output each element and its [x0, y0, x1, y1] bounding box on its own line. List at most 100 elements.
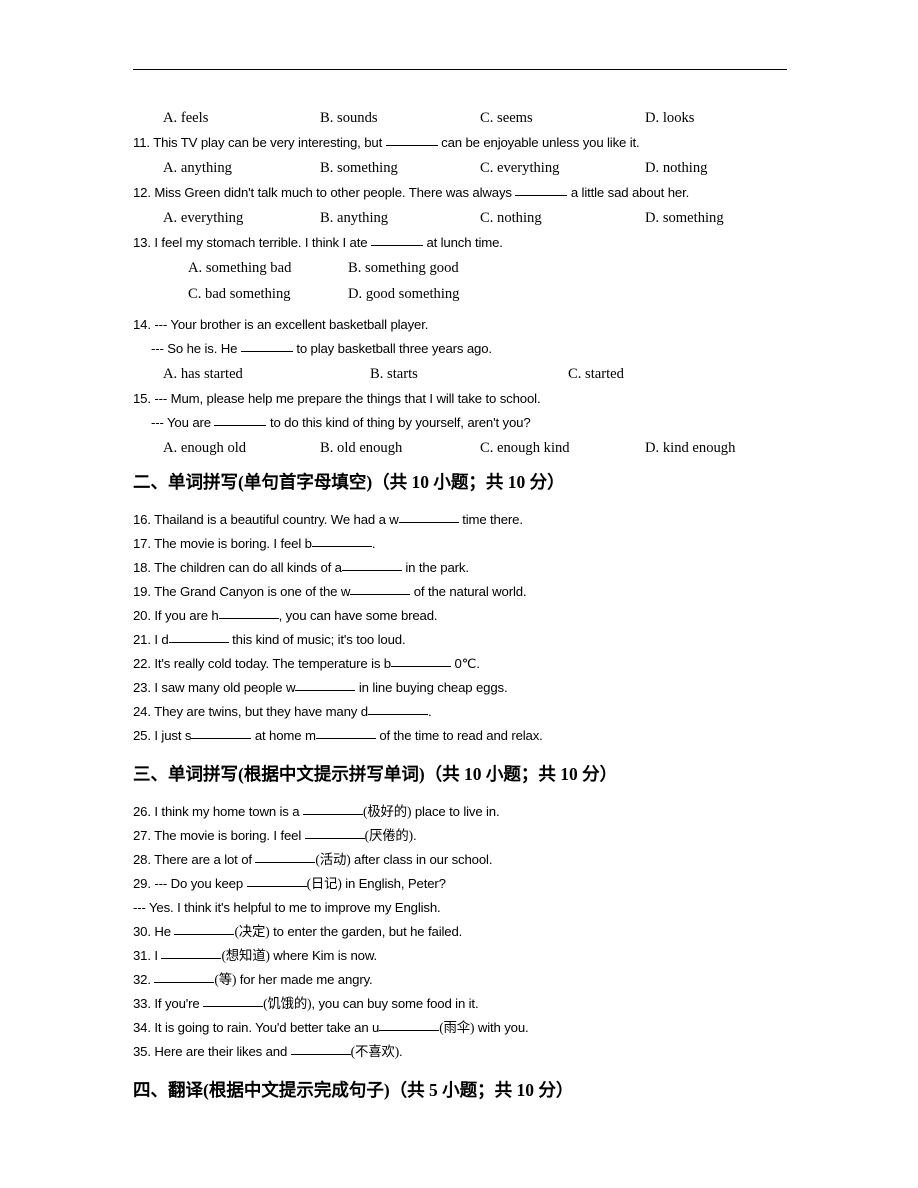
answer-blank[interactable]	[370, 245, 423, 246]
answer-blank[interactable]	[161, 958, 222, 959]
option-a: A. everything	[163, 210, 244, 226]
answer-blank[interactable]	[398, 522, 459, 523]
answer-blank[interactable]	[191, 738, 252, 739]
answer-blank[interactable]	[290, 1054, 351, 1055]
item-number: 31.	[133, 948, 151, 963]
item-21: 21. I d this kind of music; it's too lou…	[133, 628, 793, 652]
answer-blank[interactable]	[203, 1006, 264, 1007]
option-d: D. good something	[348, 286, 460, 302]
item-18: 18. The children can do all kinds of a i…	[133, 556, 793, 580]
item-text: I saw many old people w	[154, 680, 296, 695]
item-number: 30.	[133, 924, 151, 939]
answer-blank[interactable]	[154, 982, 215, 983]
item-text: .	[427, 704, 432, 719]
answer-blank[interactable]	[315, 738, 376, 739]
question-number: 14.	[133, 317, 151, 332]
item-text: --- Yes. I think it's helpful to me to i…	[133, 900, 441, 915]
item-text: in line buying cheap eggs.	[358, 680, 508, 695]
answer-blank[interactable]	[350, 594, 411, 595]
option-c: C. everything	[480, 160, 560, 176]
chinese-hint: (不喜欢)	[350, 1044, 400, 1059]
item-text: of the time to read and relax.	[379, 728, 543, 743]
item-text: He	[154, 924, 171, 939]
chinese-hint: (想知道)	[221, 948, 270, 963]
answer-blank[interactable]	[295, 690, 356, 691]
chinese-hint: (活动)	[315, 852, 351, 867]
stem-text: This TV play can be very interesting, bu…	[153, 135, 383, 150]
dialogue-text: --- Mum, please help me prepare the thin…	[154, 391, 541, 406]
item-text: place to live in.	[414, 804, 500, 819]
item-text: to enter the garden, but he failed.	[273, 924, 463, 939]
option-a: A. feels	[163, 110, 209, 126]
answer-blank[interactable]	[302, 814, 363, 815]
item-number: 35.	[133, 1044, 151, 1059]
answer-blank[interactable]	[367, 714, 428, 715]
item-text: .	[412, 828, 417, 843]
item-text: The movie is boring. I feel b	[154, 536, 312, 551]
chinese-hint: (厌倦的)	[364, 828, 413, 843]
answer-blank[interactable]	[379, 1030, 440, 1031]
answer-blank[interactable]	[304, 838, 365, 839]
question-number: 13.	[133, 235, 151, 250]
answer-blank[interactable]	[168, 642, 229, 643]
answer-blank[interactable]	[255, 862, 316, 863]
chinese-hint: (等)	[214, 972, 237, 987]
answer-blank[interactable]	[341, 570, 402, 571]
item-text: The movie is boring. I feel	[154, 828, 302, 843]
answer-blank[interactable]	[246, 886, 307, 887]
item-number: 20.	[133, 608, 151, 623]
item-text: of the natural world.	[413, 584, 527, 599]
chinese-hint: (极好的)	[362, 804, 412, 819]
answer-blank[interactable]	[174, 934, 235, 935]
item-text: The Grand Canyon is one of the w	[154, 584, 351, 599]
item-27: 27. The movie is boring. I feel (厌倦的).	[133, 824, 793, 848]
option-b: B. something	[320, 160, 398, 176]
question-number: 12.	[133, 185, 151, 200]
option-b: B. sounds	[320, 110, 378, 126]
item-number: 22.	[133, 656, 151, 671]
question-14-line1: 14. --- Your brother is an excellent bas…	[133, 313, 793, 337]
item-number: 29.	[133, 876, 151, 891]
question-13-options-row1: A. something bad B. something good	[133, 255, 793, 281]
question-15-line1: 15. --- Mum, please help me prepare the …	[133, 387, 793, 411]
option-b: B. starts	[370, 366, 418, 382]
item-number: 18.	[133, 560, 151, 575]
item-text: in the park.	[405, 560, 469, 575]
item-text: , you can have some bread.	[278, 608, 438, 623]
item-number: 34.	[133, 1020, 151, 1035]
item-text: If you are h	[154, 608, 219, 623]
item-text: in English, Peter?	[345, 876, 446, 891]
answer-blank[interactable]	[385, 145, 438, 146]
option-d: D. something	[645, 210, 724, 226]
answer-blank[interactable]	[391, 666, 451, 667]
item-number: 19.	[133, 584, 151, 599]
item-number: 17.	[133, 536, 151, 551]
item-text: It's really cold today. The temperature …	[154, 656, 391, 671]
item-text: I think my home town is a	[154, 804, 300, 819]
stem-text: can be enjoyable unless you like it.	[441, 135, 640, 150]
item-19: 19. The Grand Canyon is one of the w of …	[133, 580, 793, 604]
dialogue-text: --- So he is. He	[151, 341, 238, 356]
item-30: 30. He (决定) to enter the garden, but he …	[133, 920, 793, 944]
item-35: 35. Here are their likes and (不喜欢).	[133, 1040, 793, 1064]
item-29: 29. --- Do you keep (日记) in English, Pet…	[133, 872, 793, 896]
option-a: A. enough old	[163, 440, 247, 456]
item-text: Here are their likes and	[154, 1044, 288, 1059]
answer-blank[interactable]	[311, 546, 372, 547]
item-text: The children can do all kinds of a	[154, 560, 342, 575]
section-four-heading: 四、翻译(根据中文提示完成句子)（共 5 小题；共 10 分）	[133, 1080, 574, 1100]
question-15-line2: --- You are to do this kind of thing by …	[133, 411, 793, 435]
question-13-stem: 13. I feel my stomach terrible. I think …	[133, 231, 793, 255]
answer-blank[interactable]	[240, 351, 293, 352]
answer-blank[interactable]	[214, 425, 267, 426]
option-b: B. old enough	[320, 440, 403, 456]
answer-blank[interactable]	[515, 195, 568, 196]
option-a: A. has started	[163, 366, 243, 382]
option-d: D. looks	[645, 110, 695, 126]
chinese-hint: (决定)	[234, 924, 270, 939]
option-c: C. started	[568, 366, 624, 382]
answer-blank[interactable]	[218, 618, 279, 619]
